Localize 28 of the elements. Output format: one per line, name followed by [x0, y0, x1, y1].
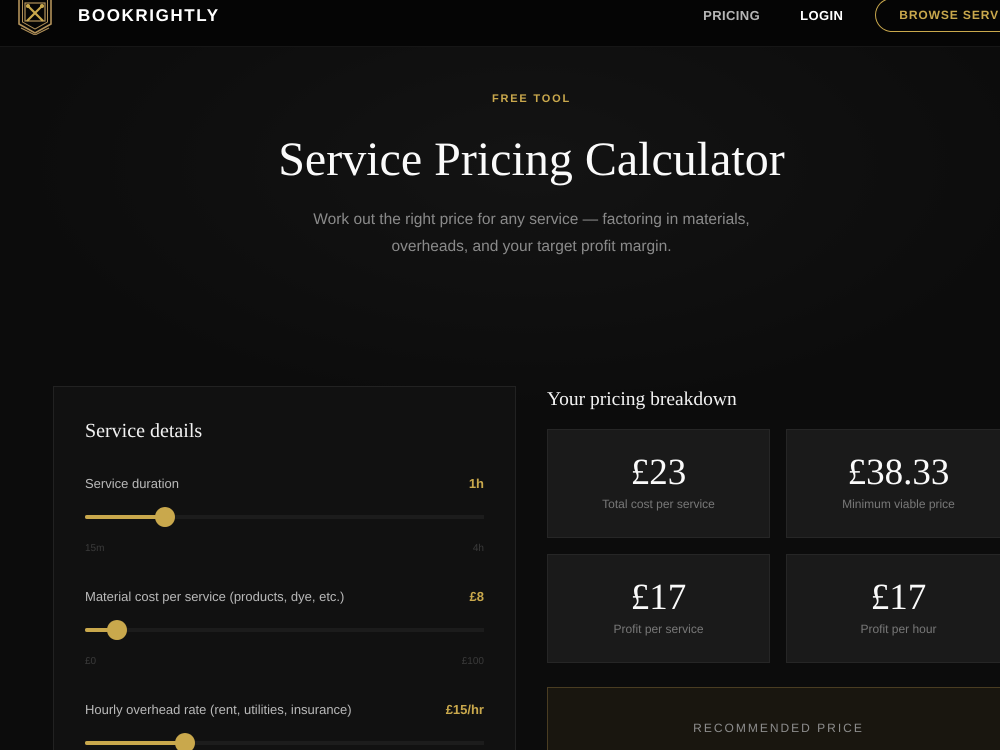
- eyebrow-label: FREE TOOL: [491, 92, 572, 106]
- metric-label: Minimum viable price: [842, 496, 955, 512]
- nav-link[interactable]: LOGIN: [800, 8, 844, 24]
- slider-label: Service duration: [85, 476, 179, 492]
- slider-thumb[interactable]: [106, 620, 127, 640]
- metric-value: £38.33: [848, 451, 950, 495]
- metric-value: £17: [870, 576, 926, 620]
- crest-icon[interactable]: [17, 0, 53, 35]
- browse-button[interactable]: BROWSE SERV: [875, 0, 1000, 32]
- metric-value: £17: [630, 576, 686, 620]
- slider-value: £8: [470, 589, 484, 605]
- metric-label: Profit per service: [613, 621, 704, 637]
- slider-label: Hourly overhead rate (rent, utilities, insurance): [85, 702, 352, 718]
- page-subtitle: Work out the right price for any service — factoring in materials, overheads, and your target profit margin.: [312, 210, 751, 257]
- slider-value: 1h: [468, 476, 484, 492]
- slider-value: £15/hr: [446, 702, 484, 718]
- card-title: Service details: [85, 419, 204, 443]
- slider-thumb[interactable]: [154, 507, 175, 527]
- metric-value: £23: [630, 451, 686, 495]
- slider-label: Material cost per service (products, dye, etc.): [85, 589, 344, 605]
- page-title: Service Pricing Calculator: [277, 132, 786, 188]
- metric-label: Total cost per service: [602, 496, 715, 512]
- breakdown-title: Your pricing breakdown: [547, 388, 738, 412]
- recommended-label: RECOMMENDED PRICE: [692, 720, 865, 736]
- slider-thumb[interactable]: [174, 733, 195, 750]
- nav-link[interactable]: PRICING: [703, 8, 760, 24]
- metric-label: Profit per hour: [860, 621, 937, 637]
- brand-name: BOOKRIGHTLY: [78, 6, 220, 26]
